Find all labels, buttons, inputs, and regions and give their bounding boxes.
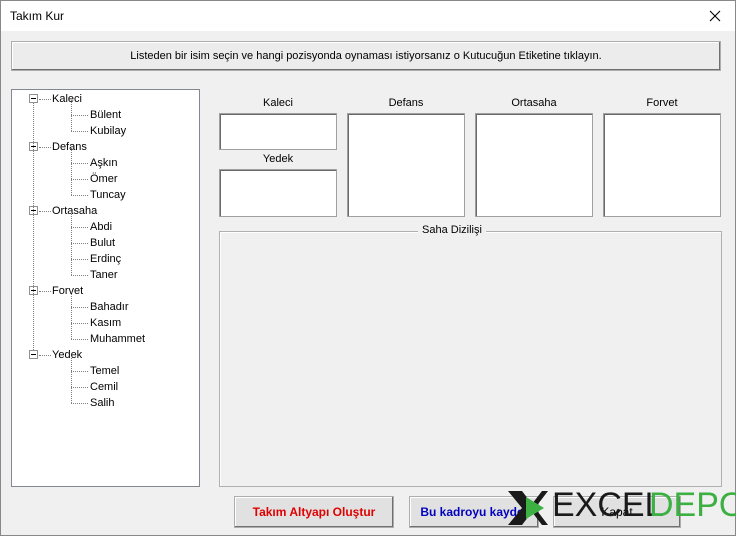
close-icon (709, 10, 721, 22)
tree-connector (39, 99, 51, 100)
tree-item-player[interactable]: Abdi (90, 219, 112, 235)
tree-connector (71, 323, 88, 324)
tree-item-player[interactable]: Tuncay (90, 187, 126, 203)
label-ortasaha[interactable]: Ortasaha (475, 97, 593, 109)
build-team-button[interactable]: Takım Altyapı Oluştur (234, 496, 394, 528)
tree-connector (39, 211, 51, 212)
label-yedek[interactable]: Yedek (219, 153, 337, 165)
tree-group-kaleci[interactable]: Kaleci (52, 91, 82, 107)
tree-connector (71, 195, 88, 196)
tree-connector (71, 227, 88, 228)
player-tree[interactable]: Kaleci Bülent Kubilay Defans Aşkın Ömer Tuncay… (11, 89, 200, 487)
logo-x-icon (508, 491, 548, 525)
tree-connector (71, 115, 88, 116)
tree-connector (71, 163, 88, 164)
tree-connector (71, 212, 72, 275)
tree-group-yedek[interactable]: Yedek (52, 347, 82, 363)
forvet-box[interactable] (603, 113, 721, 217)
tree-item-player[interactable]: Salih (90, 395, 114, 411)
label-defans[interactable]: Defans (347, 97, 465, 109)
tree-connector (71, 275, 88, 276)
tree-item-player[interactable]: Kasım (90, 315, 121, 331)
tree-group-ortasaha[interactable]: Ortasaha (52, 203, 97, 219)
takim-kur-window: Takım Kur Listeden bir isim seçin ve han… (0, 0, 736, 536)
tree-connector (39, 147, 51, 148)
close-window-button[interactable] (695, 1, 735, 31)
tree-item-player[interactable]: Bulut (90, 235, 115, 251)
ortasaha-box[interactable] (475, 113, 593, 217)
tree-connector (71, 259, 88, 260)
tree-connector (71, 100, 72, 131)
tree-collapse-toggle[interactable] (29, 94, 38, 103)
tree-group-defans[interactable]: Defans (52, 139, 87, 155)
tree-collapse-toggle[interactable] (29, 350, 38, 359)
title-bar: Takım Kur (1, 1, 735, 31)
tree-item-player[interactable]: Taner (90, 267, 118, 283)
tree-connector (71, 339, 88, 340)
tree-item-player[interactable]: Erdinç (90, 251, 121, 267)
tree-item-player[interactable]: Muhammet (90, 331, 145, 347)
window-title: Takım Kur (10, 9, 65, 23)
defans-box[interactable] (347, 113, 465, 217)
tree-connector (71, 387, 88, 388)
tree-connector (39, 355, 51, 356)
tree-connector (71, 292, 72, 339)
label-kaleci[interactable]: Kaleci (219, 97, 337, 109)
instruction-label: Listeden bir isim seçin ve hangi pozisyo… (11, 41, 721, 71)
tree-item-player[interactable]: Ömer (90, 171, 118, 187)
tree-connector (71, 131, 88, 132)
tree-item-player[interactable]: Bahadır (90, 299, 129, 315)
tree-item-player[interactable]: Aşkın (90, 155, 118, 171)
tree-connector (71, 403, 88, 404)
tree-item-player[interactable]: Kubilay (90, 123, 126, 139)
tree-connector (33, 103, 34, 350)
tree-item-player[interactable]: Bülent (90, 107, 121, 123)
label-forvet[interactable]: Forvet (603, 97, 721, 109)
tree-connector (71, 243, 88, 244)
saha-dizilisi-frame: Saha Dizilişi (219, 224, 722, 487)
excel-depo-logo: EXCEL DEPO (506, 486, 736, 530)
kaleci-box[interactable] (219, 113, 337, 150)
yedek-box[interactable] (219, 169, 337, 217)
tree-connector (39, 291, 51, 292)
logo-text-depo: DEPO (649, 486, 736, 524)
tree-connector (71, 179, 88, 180)
frame-label: Saha Dizilişi (418, 224, 486, 236)
tree-group-forvet[interactable]: Forvet (52, 283, 83, 299)
logo-text-excel: EXCEL (552, 486, 664, 524)
tree-connector (71, 148, 72, 195)
tree-item-player[interactable]: Cemil (90, 379, 118, 395)
tree-item-player[interactable]: Temel (90, 363, 119, 379)
tree-connector (71, 356, 72, 403)
tree-connector (71, 371, 88, 372)
tree-connector (71, 307, 88, 308)
